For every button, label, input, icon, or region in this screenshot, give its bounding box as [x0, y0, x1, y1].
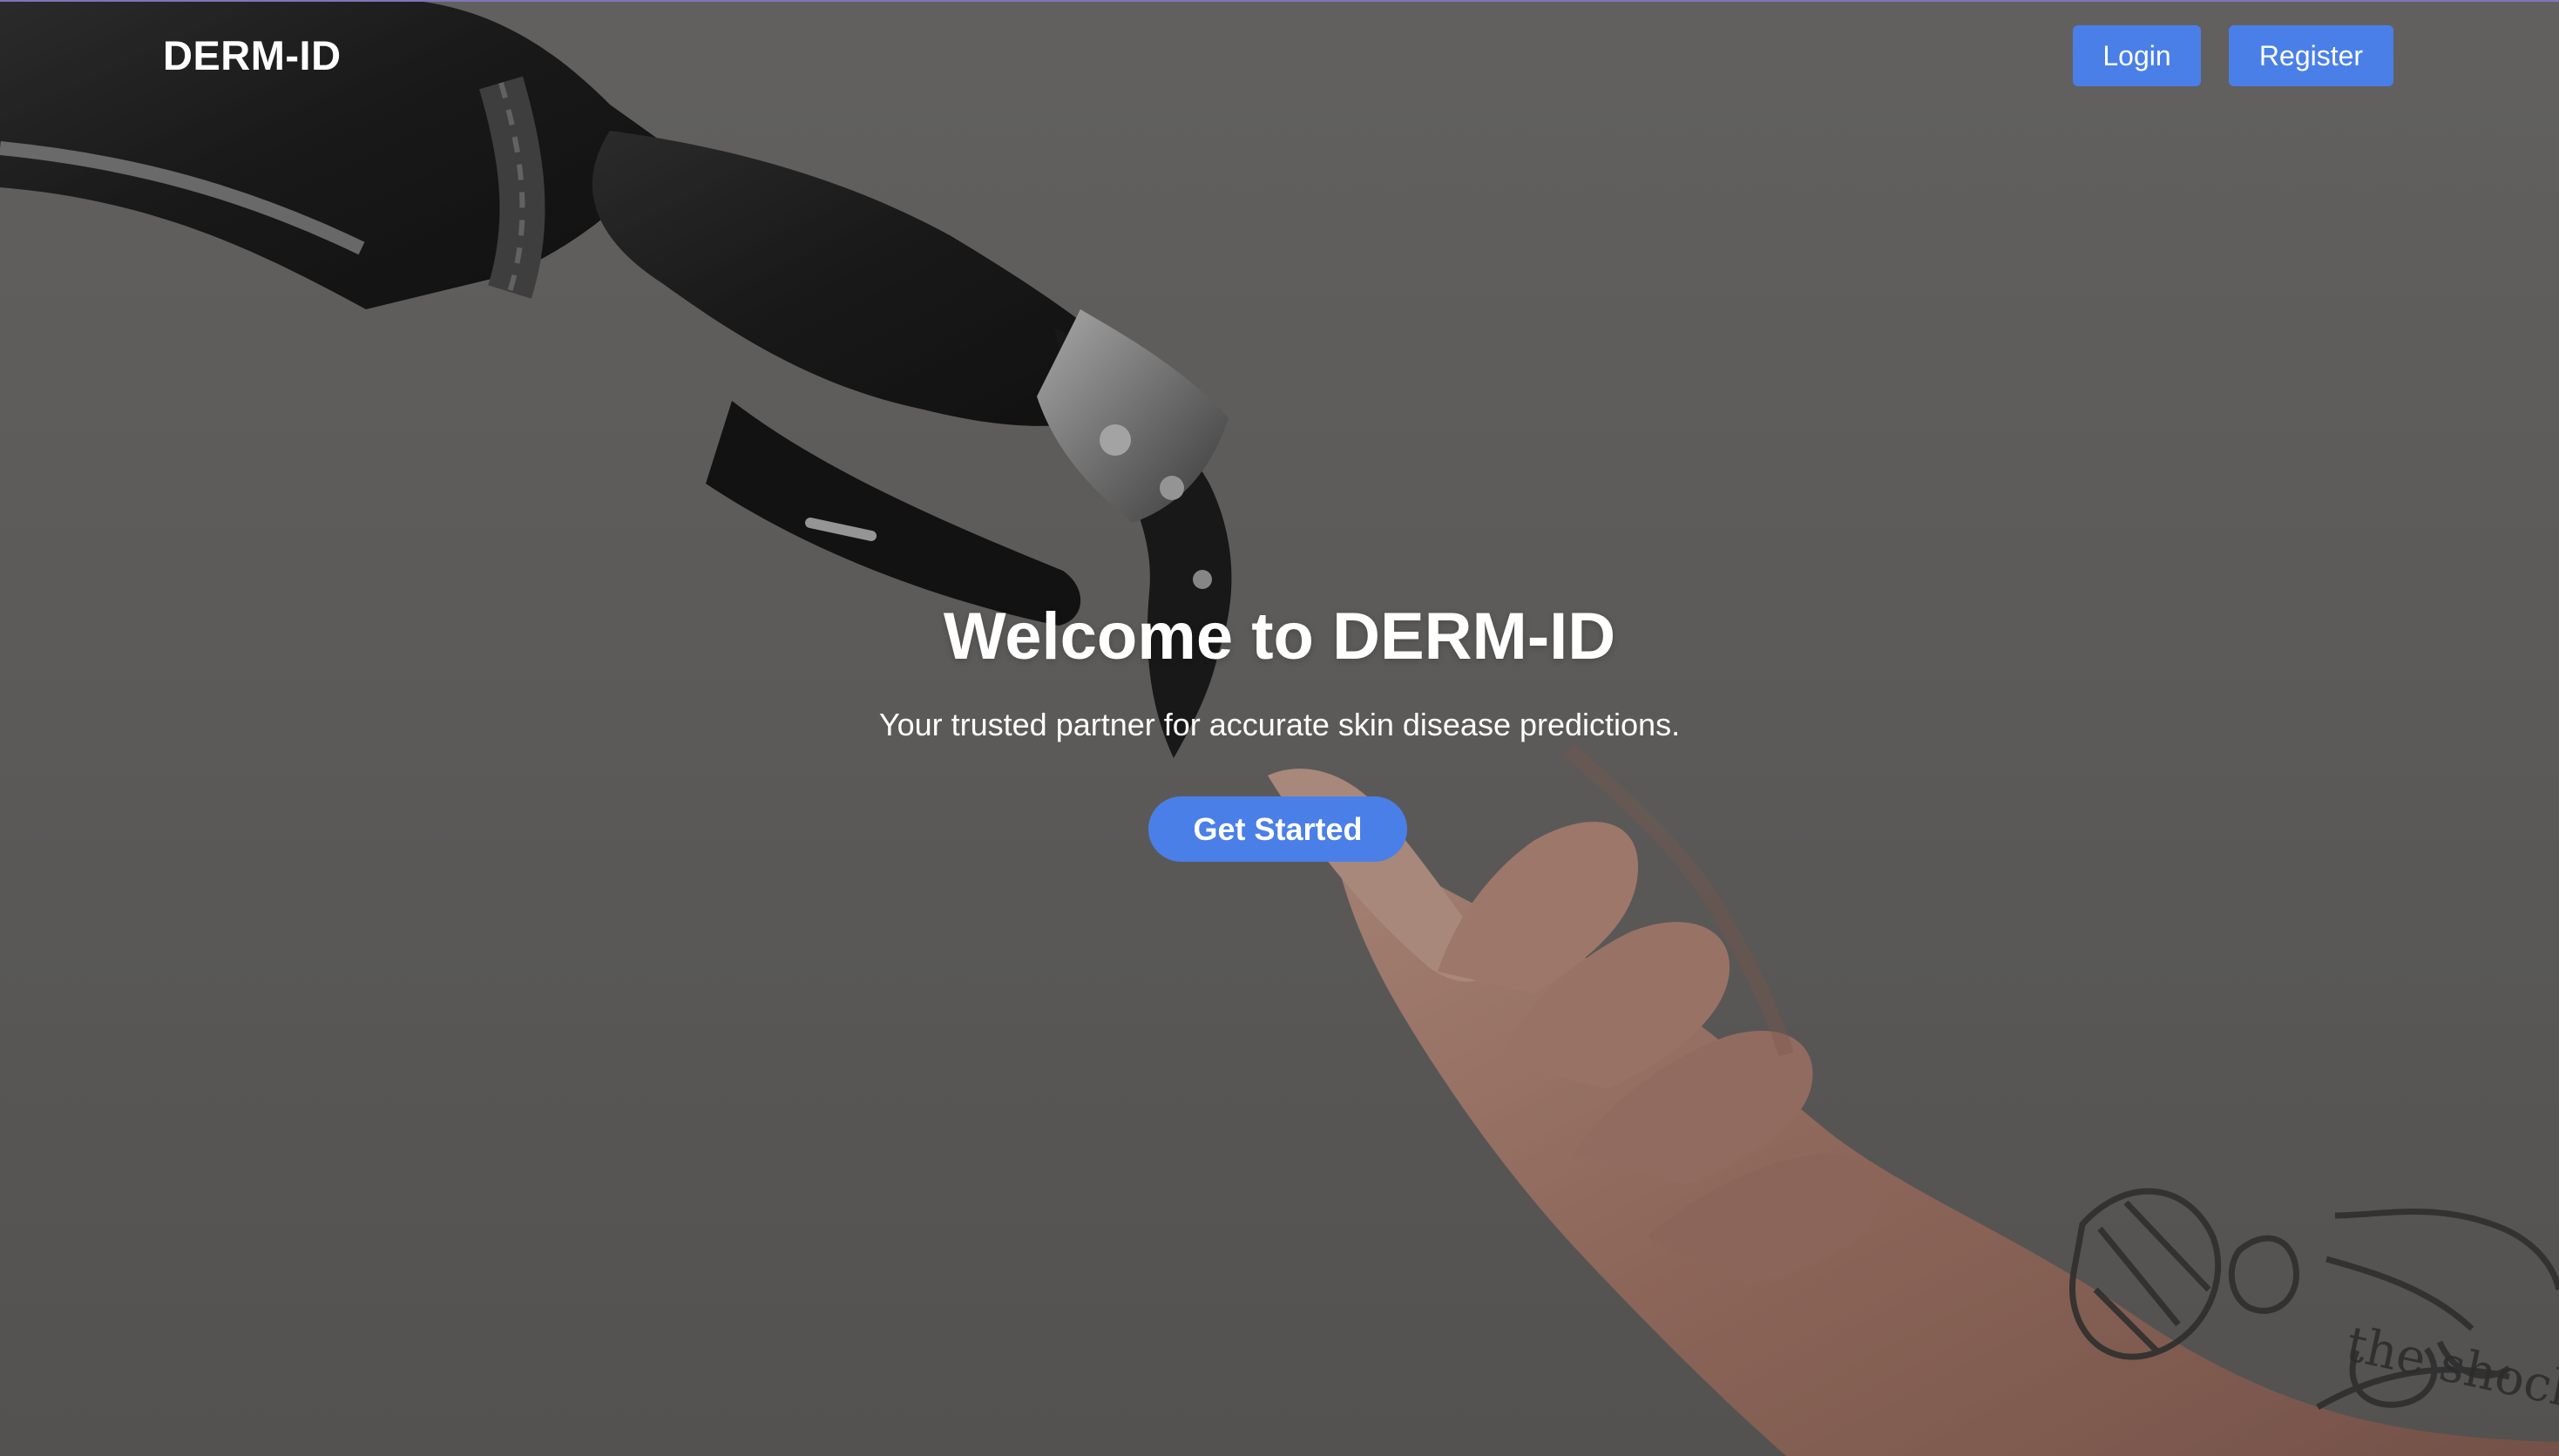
- hero-subtitle: Your trusted partner for accurate skin d…: [878, 707, 1681, 742]
- page-title: Welcome to DERM-ID: [943, 599, 1616, 674]
- hero-section: the shocker DERM-ID Login Register Welco…: [0, 0, 2559, 1456]
- hero-content: Welcome to DERM-ID Your trusted partner …: [0, 0, 2559, 1456]
- get-started-button[interactable]: Get Started: [1148, 796, 1407, 862]
